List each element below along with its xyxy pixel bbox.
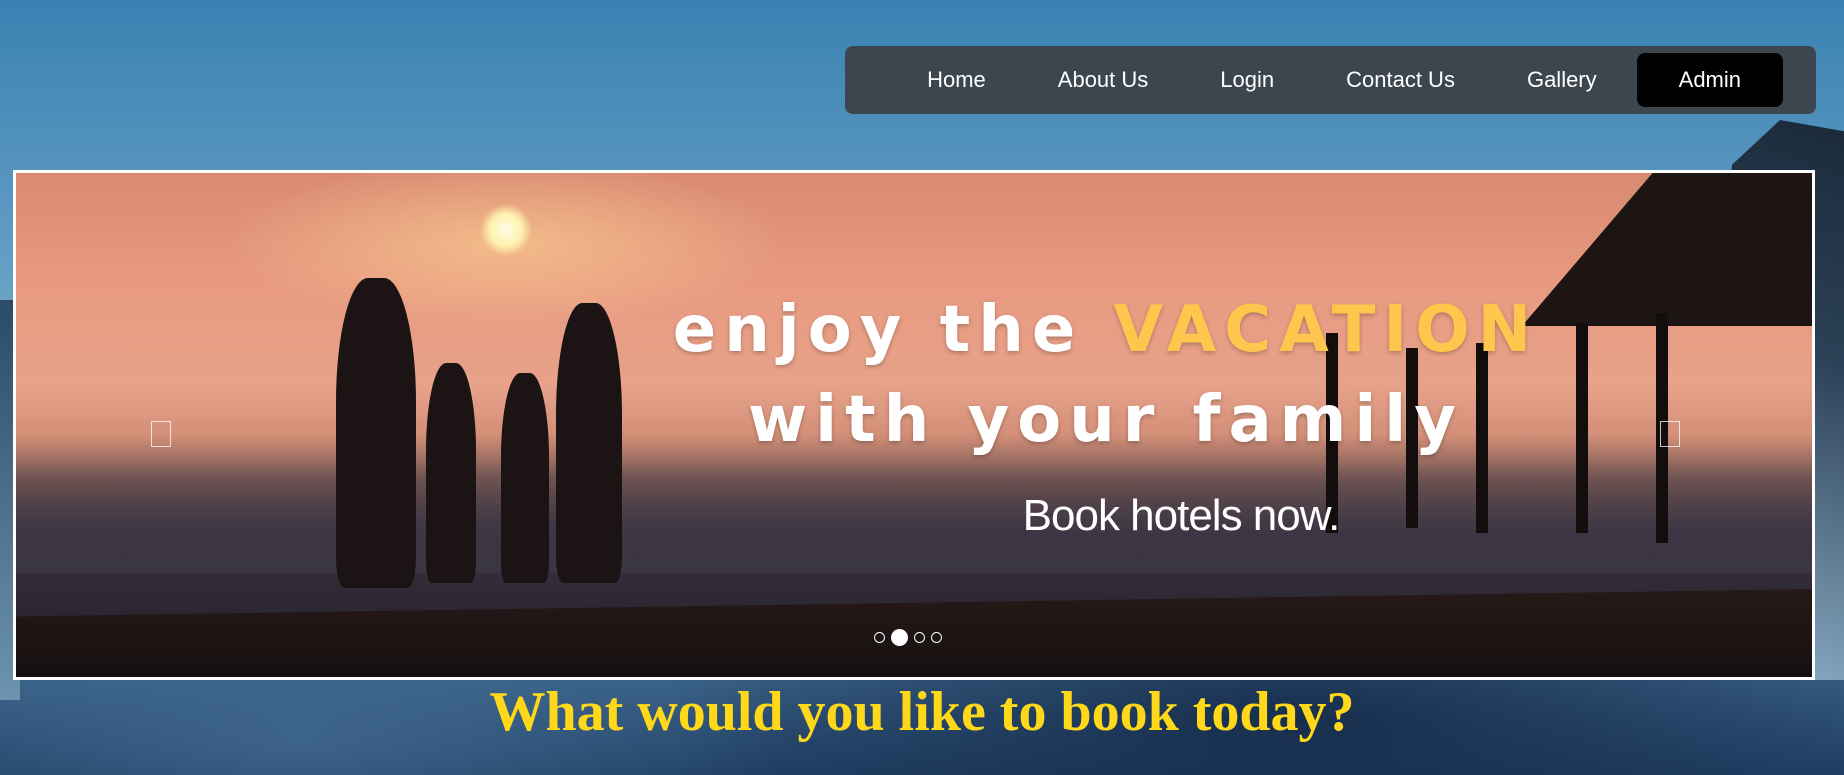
carousel-indicators xyxy=(874,629,942,646)
family-silhouette xyxy=(501,373,549,583)
hero-headline: ENJOY THE VACATION WITH YOUR FAMILY xyxy=(616,285,1596,465)
carousel-image-pier xyxy=(16,589,1812,677)
hero-carousel[interactable]: ENJOY THE VACATION WITH YOUR FAMILY Book… xyxy=(13,170,1815,680)
carousel-indicator[interactable] xyxy=(931,632,942,643)
chevron-left-icon[interactable] xyxy=(151,421,171,447)
family-silhouette xyxy=(426,363,476,583)
nav-admin[interactable]: Admin xyxy=(1636,53,1783,107)
hero-subheadline: Book hotels now. xyxy=(1022,491,1341,540)
chevron-right-icon[interactable] xyxy=(1660,421,1680,447)
headline-line2: WITH YOUR FAMILY xyxy=(748,383,1464,457)
carousel-indicator[interactable] xyxy=(874,632,885,643)
carousel-indicator[interactable] xyxy=(914,632,925,643)
family-silhouette xyxy=(556,303,622,583)
nav-contact-us[interactable]: Contact Us xyxy=(1310,53,1491,107)
nav-home[interactable]: Home xyxy=(891,53,1022,107)
nav-gallery[interactable]: Gallery xyxy=(1491,53,1633,107)
main-navbar: Home About Us Login Contact Us Gallery A… xyxy=(845,46,1816,114)
booking-prompt: What would you like to book today? xyxy=(489,681,1355,743)
headline-line1: ENJOY THE xyxy=(672,293,1084,367)
carousel-indicator-active[interactable] xyxy=(891,629,908,646)
nav-login[interactable]: Login xyxy=(1184,53,1310,107)
nav-about-us[interactable]: About Us xyxy=(1022,53,1185,107)
headline-accent: VACATION xyxy=(1113,293,1540,367)
family-silhouette xyxy=(336,278,416,588)
